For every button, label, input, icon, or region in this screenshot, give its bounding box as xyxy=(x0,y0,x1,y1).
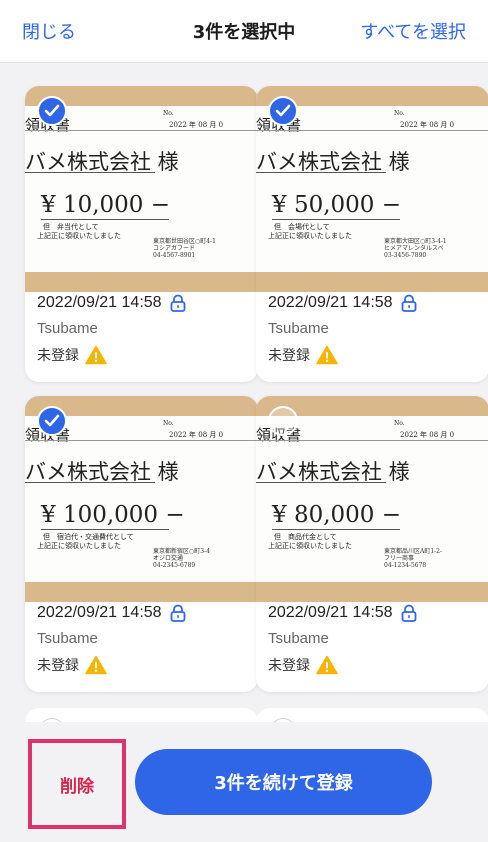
divider xyxy=(41,529,169,530)
divider xyxy=(25,482,155,483)
divider xyxy=(25,440,258,441)
receipt-card[interactable]: 領収書 No. 2022 年 08 月 0 バメ株式会社 様 ¥ 50,000 … xyxy=(256,86,488,382)
checkmark-icon xyxy=(44,104,60,117)
selection-checkbox[interactable] xyxy=(268,406,298,436)
warning-icon xyxy=(85,345,107,365)
receipt-no-label: No. xyxy=(394,420,405,427)
receipt-date: 2022 年 08 月 0 xyxy=(400,121,455,129)
card-meta: 2022/09/21 14:58 Tsubame 未登録 xyxy=(268,294,417,365)
card-timestamp: 2022/09/21 14:58 xyxy=(37,604,162,621)
receipt-no-label: No. xyxy=(394,110,405,117)
divider xyxy=(256,440,488,441)
receipt-date: 2022 年 08 月 0 xyxy=(400,431,455,439)
lock-icon xyxy=(170,604,185,622)
divider xyxy=(41,219,169,220)
card-timestamp: 2022/09/21 14:58 xyxy=(268,294,393,311)
card-user: Tsubame xyxy=(268,320,329,337)
selection-checkbox[interactable] xyxy=(37,406,67,436)
divider xyxy=(256,130,488,131)
status-label: 未登録 xyxy=(268,348,310,364)
card-user: Tsubame xyxy=(268,630,329,647)
divider xyxy=(256,172,386,173)
card-timestamp: 2022/09/21 14:58 xyxy=(268,604,393,621)
receipt-card[interactable]: 領収書 No. 2022 年 08 月 0 バメ株式会社 様 ¥ 10,000 … xyxy=(25,86,258,382)
status-label: 未登録 xyxy=(37,658,79,674)
receipt-amount: ¥ 80,000 − xyxy=(272,502,402,528)
card-meta: 2022/09/21 14:58 Tsubame 未登録 xyxy=(37,604,186,675)
receipt-issuer-address: 東京都品川区A町1-2- フリー商事 04-1234-5678 xyxy=(384,548,443,569)
receipt-paper: 領収書 No. 2022 年 08 月 0 バメ株式会社 様 ¥ 10,000 … xyxy=(25,106,258,272)
divider xyxy=(256,482,386,483)
delete-button[interactable]: 削除 xyxy=(28,739,126,829)
receipt-received-text: 上記正に領収いたしました xyxy=(37,232,121,240)
receipt-received-text: 上記正に領収いたしました xyxy=(268,542,352,550)
header-bar: 閉じる 3件を選択中 すべてを選択 xyxy=(0,0,488,63)
divider xyxy=(272,219,400,220)
receipt-date: 2022 年 08 月 0 xyxy=(169,121,224,129)
receipt-card[interactable]: 領収書 No. 2022 年 08 月 0 バメ株式会社 様 ¥ 80,000 … xyxy=(256,396,488,692)
status-label: 未登録 xyxy=(37,348,79,364)
status-label: 未登録 xyxy=(268,658,310,674)
receipt-card[interactable]: 領収書 No. 2022 年 08 月 0 バメ株式会社 様 ¥ 100,000… xyxy=(25,396,258,692)
receipt-amount: ¥ 100,000 − xyxy=(41,502,185,528)
receipt-amount: ¥ 10,000 − xyxy=(41,192,171,218)
selection-checkbox[interactable] xyxy=(268,96,298,126)
divider xyxy=(272,529,400,530)
lock-icon xyxy=(170,294,185,312)
card-user: Tsubame xyxy=(37,320,98,337)
receipt-no-label: No. xyxy=(163,420,174,427)
checkmark-icon xyxy=(44,414,60,427)
receipt-received-text: 上記正に領収いたしました xyxy=(37,542,121,550)
lock-icon xyxy=(401,604,416,622)
receipt-issuer-address: 東京都大田区○町3-4-1 ヒメアマレンタルスペ 03-3456-7890 xyxy=(384,238,447,259)
receipt-date: 2022 年 08 月 0 xyxy=(169,431,224,439)
checkmark-icon xyxy=(275,104,291,117)
warning-icon xyxy=(85,655,107,675)
card-timestamp: 2022/09/21 14:58 xyxy=(37,294,162,311)
register-selected-button[interactable]: 3件を続けて登録 xyxy=(135,749,432,815)
receipt-no-label: No. xyxy=(163,110,174,117)
warning-icon xyxy=(316,345,338,365)
select-all-button[interactable]: すべてを選択 xyxy=(360,18,466,44)
card-meta: 2022/09/21 14:58 Tsubame 未登録 xyxy=(37,294,186,365)
receipt-paper: 領収書 No. 2022 年 08 月 0 バメ株式会社 様 ¥ 80,000 … xyxy=(256,416,488,582)
selection-checkbox[interactable] xyxy=(37,96,67,126)
lock-icon xyxy=(401,294,416,312)
divider xyxy=(25,130,258,131)
receipt-amount: ¥ 50,000 − xyxy=(272,192,402,218)
receipt-issuer-address: 東京都新宿区○町3-4 オジロ交通 04-2345-6789 xyxy=(153,548,210,569)
divider xyxy=(25,172,155,173)
action-bar: 削除 3件を続けて登録 xyxy=(0,722,488,842)
receipt-paper: 領収書 No. 2022 年 08 月 0 バメ株式会社 様 ¥ 100,000… xyxy=(25,416,258,582)
card-user: Tsubame xyxy=(37,630,98,647)
receipt-issuer-address: 東京都世田谷区○町4-1 コシアガフード 04-4567-8901 xyxy=(153,238,216,259)
card-meta: 2022/09/21 14:58 Tsubame 未登録 xyxy=(268,604,417,675)
receipt-received-text: 上記正に領収いたしました xyxy=(268,232,352,240)
receipt-paper: 領収書 No. 2022 年 08 月 0 バメ株式会社 様 ¥ 50,000 … xyxy=(256,106,488,272)
warning-icon xyxy=(316,655,338,675)
